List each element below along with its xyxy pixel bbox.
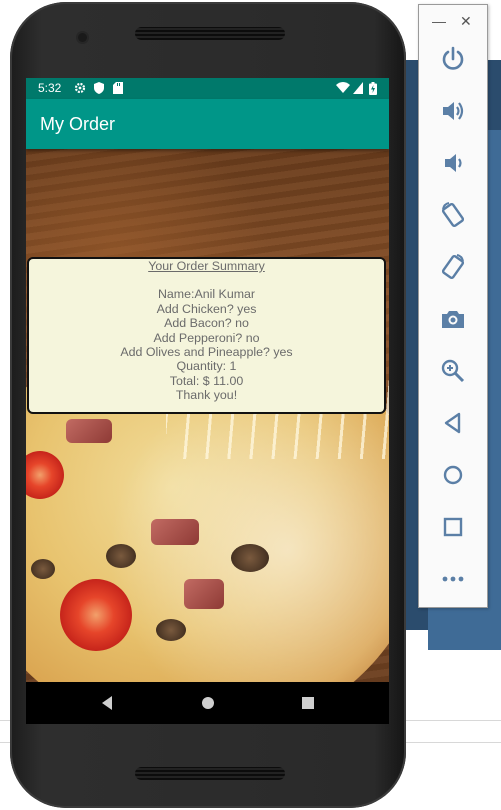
back-icon[interactable] [100, 695, 114, 716]
navigation-bar [26, 682, 389, 724]
minimize-button[interactable]: — [432, 13, 446, 29]
device-screen: 5:32 My Order Your Order Summary Name:An… [26, 78, 389, 724]
app-title: My Order [40, 114, 116, 134]
top-speaker [135, 27, 285, 40]
mushroom-topping [31, 559, 55, 579]
emulator-toolbar: — ✕ [418, 4, 488, 608]
wifi-icon [336, 82, 350, 97]
battery-charging-icon [369, 82, 377, 98]
zoom-icon[interactable] [439, 357, 467, 385]
summary-line: Add Pepperoni? no [153, 330, 260, 345]
mushroom-topping [106, 544, 136, 568]
summary-line: Total: $ 11.00 [169, 373, 244, 388]
bacon-topping [184, 579, 224, 609]
front-camera [78, 33, 87, 42]
volume-down-icon[interactable] [439, 149, 467, 177]
home-icon[interactable] [201, 695, 215, 716]
rotate-right-icon[interactable] [439, 253, 467, 281]
content-area: Your Order Summary Name:Anil Kumar Add C… [26, 149, 389, 682]
overview-square-icon[interactable] [439, 513, 467, 541]
back-triangle-icon[interactable] [439, 409, 467, 437]
rotate-left-icon[interactable] [439, 201, 467, 229]
mushroom-topping [156, 619, 186, 641]
tomato-topping [60, 579, 132, 651]
summary-line: Add Chicken? yes [156, 301, 257, 316]
close-button[interactable]: ✕ [460, 13, 472, 30]
bottom-speaker [135, 767, 285, 780]
more-icon[interactable] [439, 565, 467, 593]
settings-icon [74, 82, 86, 97]
sd-card-icon [113, 82, 123, 97]
home-circle-icon[interactable] [439, 461, 467, 489]
summary-line: Add Bacon? no [164, 316, 249, 331]
power-icon[interactable] [439, 45, 467, 73]
summary-line: Add Olives and Pineapple? yes [120, 345, 293, 360]
status-time: 5:32 [38, 81, 62, 95]
mushroom-topping [231, 544, 269, 572]
status-bar: 5:32 [26, 78, 389, 99]
signal-icon [353, 82, 363, 97]
app-bar: My Order [26, 99, 389, 149]
bacon-topping [66, 419, 112, 443]
summary-heading: Your Order Summary [148, 259, 265, 273]
order-summary-box: Your Order Summary Name:Anil Kumar Add C… [27, 257, 386, 414]
summary-line: Thank you! [175, 388, 238, 403]
recents-icon[interactable] [301, 695, 315, 716]
camera-icon[interactable] [439, 305, 467, 333]
volume-up-icon[interactable] [439, 97, 467, 125]
summary-line: Name:Anil Kumar [157, 287, 256, 302]
shield-icon [94, 82, 104, 97]
bacon-topping [151, 519, 199, 545]
summary-line: Quantity: 1 [176, 359, 237, 374]
